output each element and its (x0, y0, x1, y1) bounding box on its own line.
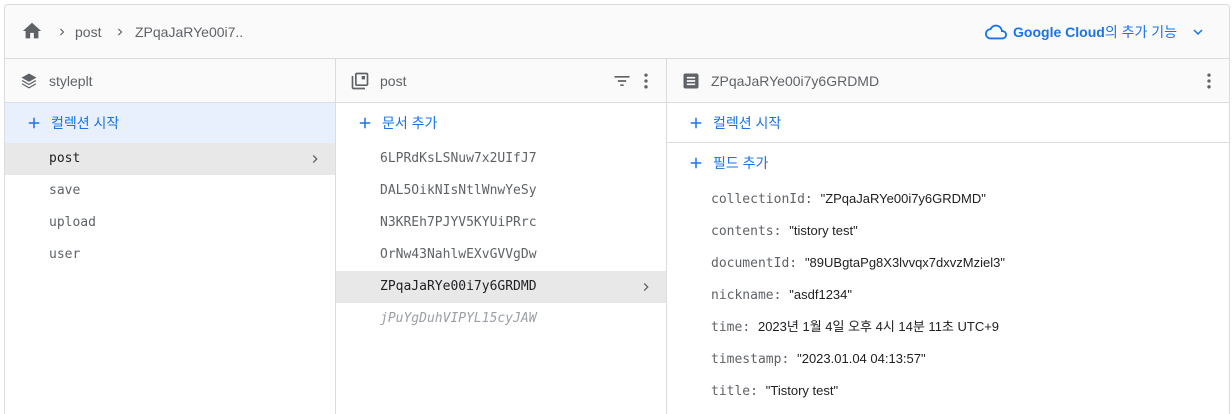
column-header: post (336, 59, 666, 103)
collection-item-save[interactable]: save (5, 175, 335, 207)
column-header: styleplt (5, 59, 335, 103)
plus-icon (359, 117, 371, 129)
breadcrumb-item-document[interactable]: ZPqaJaRYe00i7.. (135, 5, 243, 59)
home-icon[interactable] (21, 20, 43, 42)
database-stack-icon (21, 73, 37, 89)
plus-icon (690, 157, 702, 169)
add-document-label: 문서 추가 (382, 115, 438, 131)
field-value: "Tistory test" (765, 383, 839, 398)
start-subcollection-button[interactable]: 컬렉션 시작 (667, 103, 1229, 143)
field-value: "ZPqaJaRYe00i7y6GRDMD" (820, 191, 986, 206)
field-row[interactable]: documentId: "89UBgtaPg8X3lvvqx7dxvzMziel… (667, 247, 1229, 279)
field-value: "2023.01.04 04:13:57" (797, 351, 926, 366)
field-value: "asdf1234" (789, 287, 853, 302)
field-key: documentId (711, 256, 790, 271)
project-title: styleplt (49, 73, 93, 89)
start-collection-label: 컬렉션 시작 (51, 115, 120, 131)
document-item[interactable]: N3KREh7PJYV5KYUiPRrc (336, 207, 666, 239)
breadcrumb-item-post[interactable]: post (75, 5, 101, 59)
field-row[interactable]: nickname: "asdf1234" (667, 279, 1229, 311)
collection-item-user[interactable]: user (5, 239, 335, 271)
field-value: 2023년 1월 4일 오후 4시 14분 11초 UTC+9 (757, 319, 1000, 334)
firestore-panel: post ZPqaJaRYe00i7.. Google Cloud 의 추가 기… (4, 4, 1230, 414)
document-title: ZPqaJaRYe00i7y6GRDMD (711, 73, 880, 89)
field-key: timestamp (711, 352, 782, 367)
field-value: "89UBgtaPg8X3lvvqx7dxvzMziel3" (804, 255, 1005, 270)
more-vert-icon[interactable] (636, 71, 656, 91)
document-icon (683, 73, 699, 89)
add-field-button[interactable]: 필드 추가 (667, 143, 1229, 183)
document-fields-column: ZPqaJaRYe00i7y6GRDMD 컬렉션 시작 필드 추가 collec… (667, 59, 1229, 414)
field-row[interactable]: time: 2023년 1월 4일 오후 4시 14분 11초 UTC+9 (667, 311, 1229, 343)
document-item-missing[interactable]: jPuYgDuhVIPYL15cyJAW (336, 303, 666, 335)
collection-item-upload[interactable]: upload (5, 207, 335, 239)
breadcrumb-bar: post ZPqaJaRYe00i7.. Google Cloud 의 추가 기… (5, 5, 1229, 59)
add-document-button[interactable]: 문서 추가 (336, 103, 666, 143)
field-key: collectionId (711, 192, 805, 207)
field-row[interactable]: contents: "tistory test" (667, 215, 1229, 247)
chevron-right-icon (643, 283, 649, 291)
extensions-label: 의 추가 기능 (1104, 24, 1177, 40)
start-collection-label: 컬렉션 시작 (713, 114, 782, 131)
field-key: contents (711, 224, 774, 239)
more-vert-icon[interactable] (1199, 71, 1219, 91)
collection-icon (351, 72, 369, 90)
add-field-label: 필드 추가 (713, 155, 769, 171)
plus-icon (690, 117, 702, 128)
google-cloud-label: Google Cloud (1013, 24, 1105, 40)
field-row[interactable]: title: "Tistory test" (667, 375, 1229, 407)
field-key: nickname (711, 288, 774, 303)
field-row[interactable]: timestamp: "2023.01.04 04:13:57" (667, 343, 1229, 375)
plus-icon (28, 117, 40, 129)
chevron-right-icon (118, 28, 123, 36)
filter-icon[interactable] (612, 71, 632, 91)
document-item-selected[interactable]: ZPqaJaRYe00i7y6GRDMD (336, 271, 666, 303)
document-item[interactable]: OrNw43NahlwEXvGVVgDw (336, 239, 666, 271)
google-cloud-extensions-button[interactable]: Google Cloud 의 추가 기능 (985, 5, 1229, 59)
field-value: "tistory test" (789, 223, 858, 238)
field-row[interactable]: collectionId: "ZPqaJaRYe00i7y6GRDMD" (667, 183, 1229, 215)
documents-column: post 문서 추가 6LPRdKsLSNuw7x2UIfJ7 DAL5OikN… (336, 59, 667, 414)
collection-title: post (380, 73, 407, 89)
start-collection-button[interactable]: 컬렉션 시작 (5, 103, 335, 143)
chevron-down-icon (1193, 29, 1203, 35)
column-header: ZPqaJaRYe00i7y6GRDMD (667, 59, 1229, 103)
document-label: ZPqaJaRYe00i7y6GRDMD (380, 279, 537, 294)
document-item[interactable]: 6LPRdKsLSNuw7x2UIfJ7 (336, 143, 666, 175)
collection-item-post[interactable]: post (5, 143, 335, 175)
chevron-right-icon (312, 155, 318, 163)
cloud-icon (985, 24, 1008, 40)
field-key: time (711, 320, 743, 335)
root-collections-column: styleplt 컬렉션 시작 post save upload user (5, 59, 336, 414)
collection-label: post (49, 151, 81, 166)
document-item[interactable]: DAL5OikNIsNtlWnwYeSy (336, 175, 666, 207)
field-key: title (711, 384, 751, 399)
chevron-right-icon (60, 28, 65, 36)
